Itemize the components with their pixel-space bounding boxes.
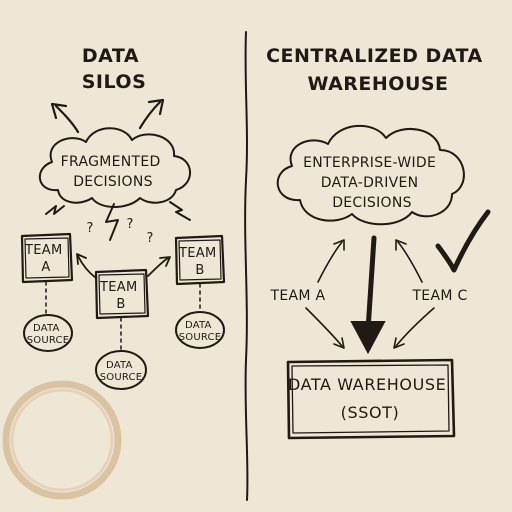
diagram-canvas: DATA SILOS FRAGMENTED DECISIONS ? ? ? TE… bbox=[0, 0, 512, 512]
team-b-center-box: TEAM B bbox=[94, 268, 150, 320]
svg-text:TEAM A: TEAM A bbox=[24, 243, 67, 275]
data-source-a: DATA SOURCE bbox=[23, 314, 73, 352]
arrow-up-left bbox=[54, 104, 80, 134]
svg-text:DATA WAREHOUSE (SSOT): DATA WAREHOUSE (SSOT) bbox=[288, 375, 452, 422]
question-mark-1: ? bbox=[87, 221, 94, 236]
lightning-right-icon bbox=[169, 201, 191, 221]
arrow-b-to-b-head bbox=[159, 256, 171, 267]
diagram-svg: DATA SILOS FRAGMENTED DECISIONS ? ? ? TE… bbox=[2, 31, 491, 501]
enterprise-cloud-text: ENTERPRISE-WIDE DATA-DRIVEN DECISIONS bbox=[303, 155, 441, 211]
arrow-b-to-b bbox=[147, 257, 169, 277]
arrow-team-a-to-warehouse bbox=[305, 307, 343, 347]
arrow-team-c-to-cloud bbox=[397, 241, 423, 283]
divider-line bbox=[244, 31, 249, 501]
svg-text:DATA SOURCE: DATA SOURCE bbox=[179, 320, 222, 343]
team-c-label: TEAM C bbox=[411, 288, 467, 304]
lightning-left-icon bbox=[45, 205, 65, 215]
team-a-box: TEAM A bbox=[20, 232, 74, 284]
checkmark-icon bbox=[435, 209, 491, 273]
arrow-team-c-to-warehouse bbox=[395, 307, 435, 347]
svg-text:TEAM B: TEAM B bbox=[178, 246, 221, 278]
data-warehouse-box: DATA WAREHOUSE (SSOT) bbox=[286, 358, 456, 440]
coffee-stain bbox=[2, 380, 122, 500]
data-source-b-center: DATA SOURCE bbox=[95, 350, 147, 390]
svg-text:DATA SOURCE: DATA SOURCE bbox=[100, 360, 143, 383]
lightning-center-icon bbox=[105, 203, 119, 241]
big-arrow-down-head bbox=[350, 321, 386, 355]
data-source-b-right: DATA SOURCE bbox=[175, 311, 225, 349]
question-mark-3: ? bbox=[147, 231, 154, 246]
arrow-up-left-head bbox=[50, 102, 68, 120]
svg-text:DATA SOURCE: DATA SOURCE bbox=[27, 323, 70, 346]
arrow-b-to-a bbox=[77, 255, 97, 279]
left-title: DATA SILOS bbox=[82, 45, 147, 93]
big-arrow-down bbox=[365, 235, 377, 333]
team-b-right-box: TEAM B bbox=[174, 234, 226, 286]
team-a-label: TEAM A bbox=[270, 288, 326, 304]
right-title: CENTRALIZED DATA WAREHOUSE bbox=[266, 45, 490, 95]
arrow-up-right bbox=[138, 100, 162, 130]
svg-text:TEAM B: TEAM B bbox=[99, 280, 142, 312]
fragmented-cloud-text: FRAGMENTED DECISIONS bbox=[61, 154, 166, 190]
question-mark-2: ? bbox=[127, 217, 134, 232]
arrow-team-a-to-cloud bbox=[317, 241, 343, 283]
